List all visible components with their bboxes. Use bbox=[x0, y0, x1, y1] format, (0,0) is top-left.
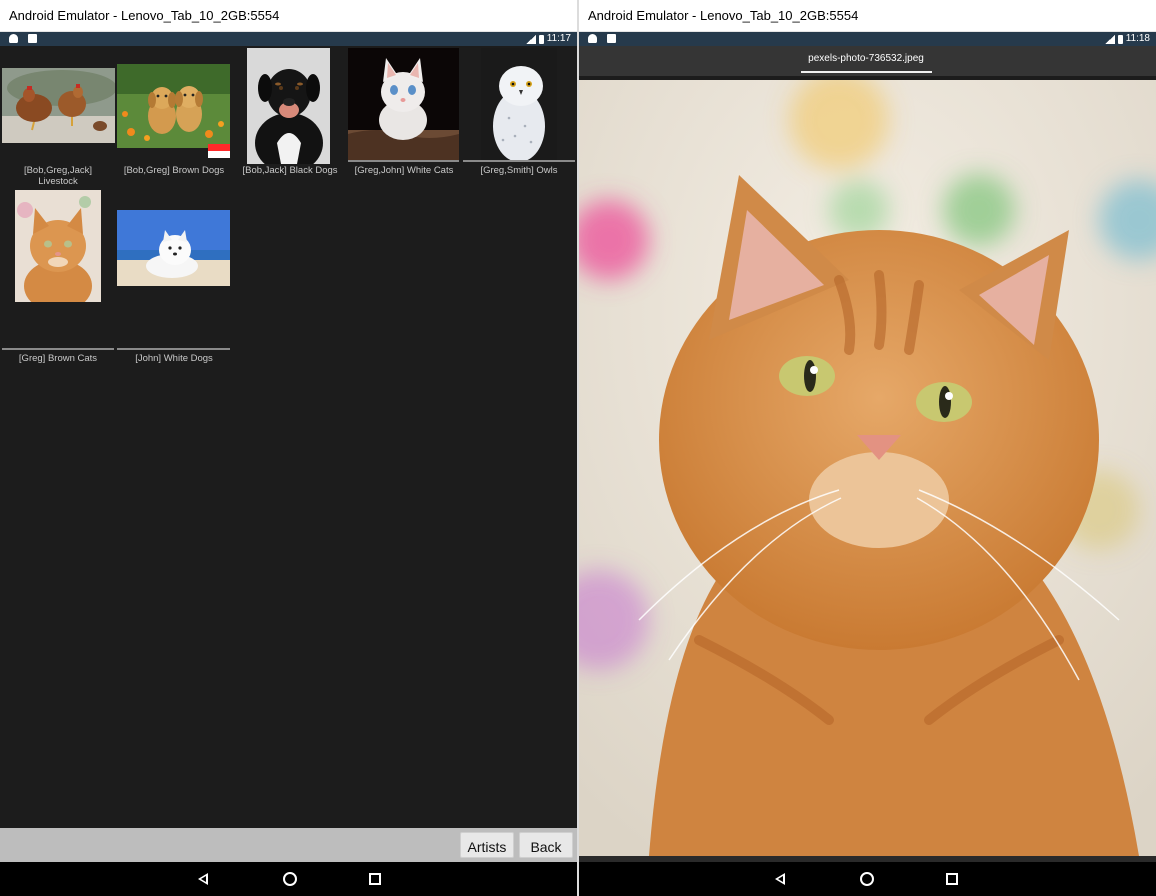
album-tile-white-dogs[interactable]: [John] White Dogs bbox=[116, 188, 232, 364]
status-bar: 11:18 bbox=[579, 32, 1156, 46]
nav-recents-icon[interactable] bbox=[946, 873, 958, 885]
back-button[interactable]: Back bbox=[519, 832, 573, 858]
album-caption-line2: Livestock bbox=[38, 176, 78, 187]
album-tile-owls[interactable]: [Greg,Smith] Owls bbox=[461, 46, 577, 188]
album-caption: [Greg,John] White Cats bbox=[354, 165, 454, 176]
flag-icon bbox=[208, 144, 230, 158]
tile-underline bbox=[117, 348, 230, 350]
album-caption: [Greg] Brown Cats bbox=[18, 353, 98, 364]
album-gallery: [Bob,Greg,Jack] Livestock [Bob,Greg] Bro… bbox=[0, 46, 577, 828]
artists-button[interactable]: Artists bbox=[460, 832, 514, 858]
android-notification-icon bbox=[588, 34, 597, 43]
sd-card-icon bbox=[607, 34, 616, 43]
album-thumbnail bbox=[348, 48, 459, 160]
album-thumbnail bbox=[2, 68, 115, 143]
status-time: 11:18 bbox=[1125, 33, 1150, 44]
android-notification-icon bbox=[9, 34, 18, 43]
nav-back-icon[interactable] bbox=[198, 873, 208, 885]
window-title: Android Emulator - Lenovo_Tab_10_2GB:555… bbox=[0, 0, 577, 32]
album-thumbnail bbox=[117, 210, 230, 286]
album-thumbnail bbox=[481, 48, 557, 161]
tab-indicator bbox=[801, 71, 932, 73]
tab-photo-filename[interactable]: pexels-photo-736532.jpeg bbox=[801, 53, 931, 64]
album-tile-livestock[interactable]: [Bob,Greg,Jack] Livestock bbox=[0, 46, 116, 188]
album-thumbnail bbox=[247, 48, 330, 164]
emulator-window-photo-viewer: Android Emulator - Lenovo_Tab_10_2GB:555… bbox=[579, 0, 1156, 896]
status-time: 11:17 bbox=[546, 33, 571, 44]
tile-underline bbox=[348, 160, 459, 162]
album-thumbnail bbox=[117, 64, 230, 148]
signal-icon bbox=[1104, 34, 1115, 44]
album-tile-brown-dogs[interactable]: [Bob,Greg] Brown Dogs bbox=[116, 46, 232, 188]
album-thumbnail bbox=[15, 190, 101, 302]
status-bar: 11:17 bbox=[0, 32, 577, 46]
nav-home-icon[interactable] bbox=[860, 872, 874, 886]
tile-underline bbox=[463, 160, 575, 162]
sd-card-icon bbox=[28, 34, 37, 43]
photo-viewer-image bbox=[579, 80, 1156, 856]
bottom-action-bar: Artists Back bbox=[0, 828, 577, 862]
album-tile-brown-cats[interactable]: [Greg] Brown Cats bbox=[0, 188, 116, 364]
photo-tab-strip: pexels-photo-736532.jpeg bbox=[579, 46, 1156, 76]
nav-recents-icon[interactable] bbox=[369, 873, 381, 885]
battery-icon bbox=[538, 34, 544, 44]
emulator-window-gallery: Android Emulator - Lenovo_Tab_10_2GB:555… bbox=[0, 0, 579, 896]
album-caption: [Greg,Smith] Owls bbox=[480, 165, 558, 176]
album-tile-white-cats[interactable]: [Greg,John] White Cats bbox=[346, 46, 462, 188]
album-caption: [Bob,Greg,Jack] bbox=[23, 165, 93, 176]
android-nav-bar bbox=[0, 862, 577, 896]
signal-icon bbox=[525, 34, 536, 44]
tile-underline bbox=[2, 348, 114, 350]
album-tile-black-dogs[interactable]: [Bob,Jack] Black Dogs bbox=[232, 46, 348, 188]
nav-back-icon[interactable] bbox=[775, 873, 785, 885]
album-caption: [Bob,Greg] Brown Dogs bbox=[123, 165, 225, 176]
android-nav-bar bbox=[579, 862, 1156, 896]
nav-home-icon[interactable] bbox=[283, 872, 297, 886]
album-caption: [Bob,Jack] Black Dogs bbox=[242, 165, 338, 176]
battery-icon bbox=[1117, 34, 1123, 44]
window-title: Android Emulator - Lenovo_Tab_10_2GB:555… bbox=[579, 0, 1156, 32]
album-caption: [John] White Dogs bbox=[135, 353, 213, 364]
